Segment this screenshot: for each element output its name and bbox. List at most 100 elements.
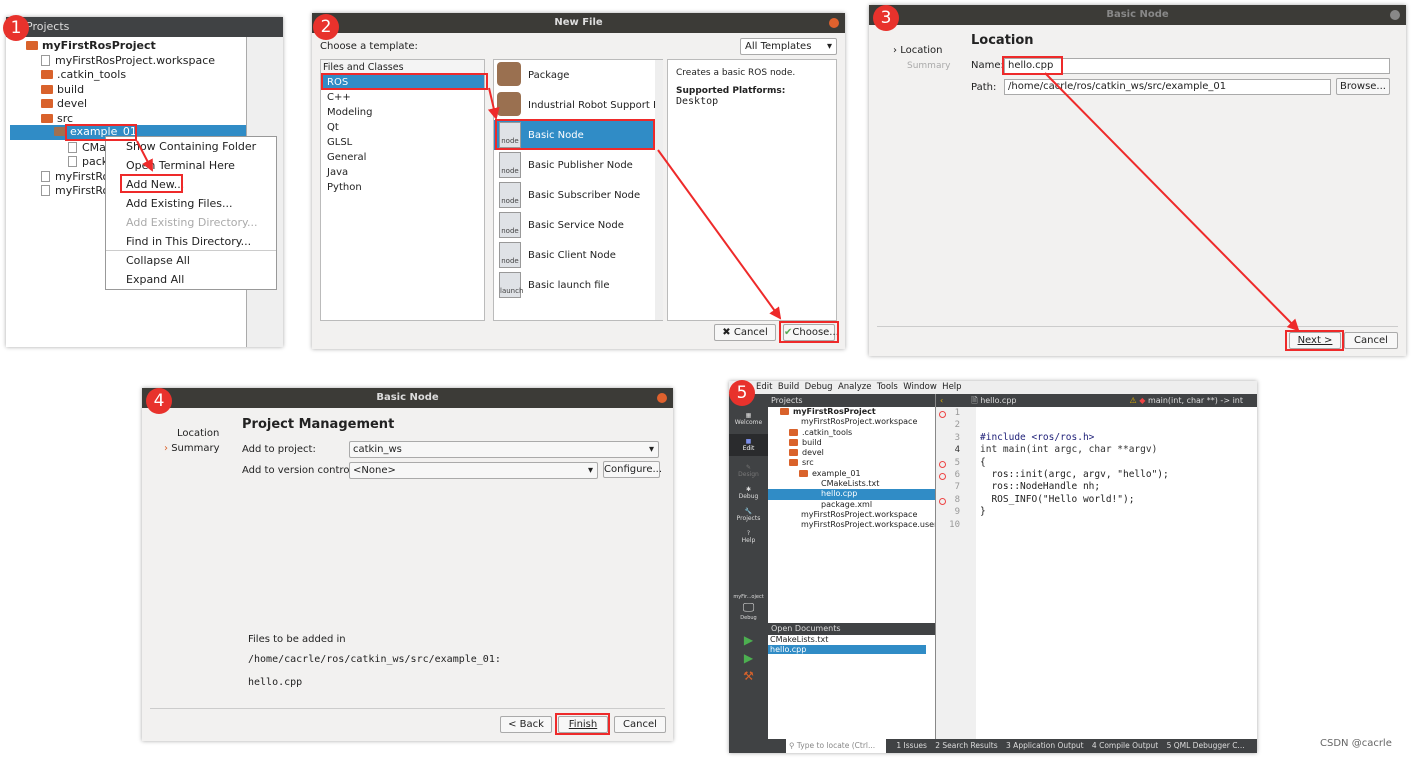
output-tab-compile[interactable]: 4 Compile Output — [1092, 741, 1158, 750]
tree-item[interactable]: src — [768, 458, 935, 468]
context-menu: Show Containing Folder Open Terminal Her… — [105, 136, 277, 290]
step-badge: 1 — [3, 15, 29, 41]
code-editor[interactable]: #include <ros/ros.h> int main(int argc, c… — [980, 407, 1255, 739]
tree-item[interactable]: myFirstRosProject — [26, 39, 156, 52]
cancel-button[interactable]: ✖ Cancel — [714, 324, 776, 341]
category-item[interactable]: Qt — [321, 120, 484, 135]
menu-add-existing-files[interactable]: Add Existing Files... — [106, 194, 276, 213]
template-item[interactable]: Basic Service Node — [528, 220, 624, 231]
tree-item[interactable]: myFirstRosProject — [768, 407, 935, 417]
wizard-step-summary: Summary — [907, 61, 951, 71]
mode-help[interactable]: ? Help — [729, 530, 768, 544]
template-filter-select[interactable]: All Templates ▾ — [740, 38, 837, 55]
tree-item[interactable]: CMa — [68, 141, 106, 154]
menu-window[interactable]: Window — [903, 382, 937, 392]
output-tab-search[interactable]: 2 Search Results — [935, 741, 997, 750]
function-selector[interactable]: main(int, char **) -> int — [1148, 396, 1243, 405]
menu-expand-all[interactable]: Expand All — [106, 270, 276, 289]
tree-item[interactable]: myFirstRo — [41, 184, 109, 197]
output-tab-application[interactable]: 3 Application Output — [1006, 741, 1084, 750]
tree-item[interactable]: CMakeLists.txt — [768, 479, 935, 489]
tree-item[interactable]: build — [768, 438, 935, 448]
breakpoint-marker[interactable] — [939, 411, 946, 418]
tree-item[interactable]: example_01 — [768, 469, 935, 479]
menu-open-terminal[interactable]: Open Terminal Here — [106, 156, 276, 175]
category-item[interactable]: Modeling — [321, 105, 484, 120]
panel-project-tree: Projects myFirstRosProject myFirstRosPro… — [6, 17, 283, 347]
watermark: CSDN @cacrle — [1320, 738, 1392, 749]
category-item[interactable]: General — [321, 150, 484, 165]
locator-input[interactable]: ⚲ Type to locate (Ctrl... — [786, 739, 886, 753]
template-item[interactable]: Basic Subscriber Node — [528, 190, 640, 201]
menu-edit[interactable]: Edit — [756, 382, 772, 392]
open-documents-list: CMakeLists.txt hello.cpp — [768, 635, 935, 654]
tree-item[interactable]: myFirstRo — [41, 170, 109, 183]
menu-analyze[interactable]: Analyze — [838, 382, 872, 392]
path-field[interactable]: /home/cacrle/ros/catkin_ws/src/example_0… — [1004, 79, 1331, 95]
menu-collapse-all[interactable]: Collapse All — [106, 251, 276, 270]
breakpoint-marker[interactable] — [939, 461, 946, 468]
run-button[interactable]: ▶ — [729, 633, 768, 647]
scrollbar[interactable] — [655, 60, 663, 320]
editor-file-tab[interactable]: hello.cpp — [980, 396, 1016, 405]
browse-button[interactable]: Browse... — [1336, 78, 1390, 95]
open-document-selected[interactable]: hello.cpp — [768, 644, 926, 654]
mode-edit[interactable]: ■ Edit — [729, 434, 768, 456]
status-bar: ⚲ Type to locate (Ctrl... 1 Issues 2 Sea… — [768, 739, 1257, 753]
template-item[interactable]: Basic launch file — [528, 280, 609, 291]
menu-add-existing-directory[interactable]: Add Existing Directory... — [106, 213, 276, 232]
build-button[interactable]: ⚒ — [729, 669, 768, 683]
template-item[interactable]: Industrial Robot Support Packa — [528, 100, 656, 111]
close-icon[interactable] — [829, 18, 839, 28]
category-item[interactable]: Java — [321, 165, 484, 180]
tree-item[interactable]: .catkin_tools — [768, 428, 935, 438]
close-icon[interactable] — [657, 393, 667, 403]
mode-projects[interactable]: 🔧 Projects — [729, 508, 768, 522]
project-tree: myFirstRosProject myFirstRosProject.work… — [768, 407, 937, 623]
back-button[interactable]: < Back — [500, 716, 552, 733]
tree-item[interactable]: myFirstRosProject.workspace — [41, 54, 215, 67]
tree-item[interactable]: build — [41, 83, 84, 96]
tree-item[interactable]: devel — [768, 448, 935, 458]
tree-item[interactable]: pack — [68, 155, 108, 168]
mode-welcome[interactable]: ▦ Welcome — [729, 412, 768, 426]
category-item[interactable]: GLSL — [321, 135, 484, 150]
cancel-button[interactable]: Cancel — [614, 716, 666, 733]
launch-file-icon: launch — [499, 272, 523, 298]
node-file-icon: node — [499, 212, 521, 238]
menu-find-in-directory[interactable]: Find in This Directory... — [106, 232, 276, 251]
debug-run-button[interactable]: ▶ — [729, 651, 768, 665]
mode-debug[interactable]: ✱ Debug — [729, 486, 768, 500]
template-item[interactable]: Basic Publisher Node — [528, 160, 633, 171]
category-item[interactable]: Python — [321, 180, 484, 195]
tree-item[interactable]: package.xml — [768, 500, 935, 510]
tree-item[interactable]: myFirstRosProject.workspace.user — [768, 520, 937, 530]
configure-button[interactable]: Configure... — [603, 461, 662, 478]
open-documents-header: Open Documents — [768, 623, 935, 635]
open-document[interactable]: CMakeLists.txt — [768, 635, 935, 645]
breakpoint-marker[interactable] — [939, 473, 946, 480]
node-file-icon: node — [499, 152, 521, 178]
tree-item-selected[interactable]: hello.cpp — [768, 489, 935, 500]
tree-item[interactable]: myFirstRosProject.workspace — [768, 417, 935, 427]
tree-item[interactable]: .catkin_tools — [41, 68, 126, 81]
menu-debug[interactable]: Debug — [805, 382, 833, 392]
version-control-select[interactable]: <None> ▾ — [349, 462, 598, 479]
menu-tools[interactable]: Tools — [877, 382, 898, 392]
output-tab-issues[interactable]: 1 Issues — [896, 741, 926, 750]
node-file-icon: node — [499, 242, 521, 268]
cancel-button[interactable]: Cancel — [1344, 332, 1398, 349]
template-item[interactable]: Package — [528, 70, 569, 81]
template-item[interactable]: Basic Client Node — [528, 250, 616, 261]
close-icon[interactable] — [1390, 10, 1400, 20]
project-select[interactable]: catkin_ws ▾ — [349, 441, 659, 458]
menu-help[interactable]: Help — [942, 382, 961, 392]
breakpoint-marker[interactable] — [939, 498, 946, 505]
tree-item[interactable]: myFirstRosProject.workspace — [768, 510, 935, 520]
tree-item[interactable]: devel — [41, 97, 87, 110]
category-item[interactable]: C++ — [321, 90, 484, 105]
kit-selector[interactable]: myFir...oject 🖵 Debug — [729, 594, 768, 621]
mode-design[interactable]: ✎ Design — [729, 464, 768, 478]
menu-build[interactable]: Build — [778, 382, 799, 392]
output-tab-qml[interactable]: 5 QML Debugger C... — [1167, 741, 1245, 750]
